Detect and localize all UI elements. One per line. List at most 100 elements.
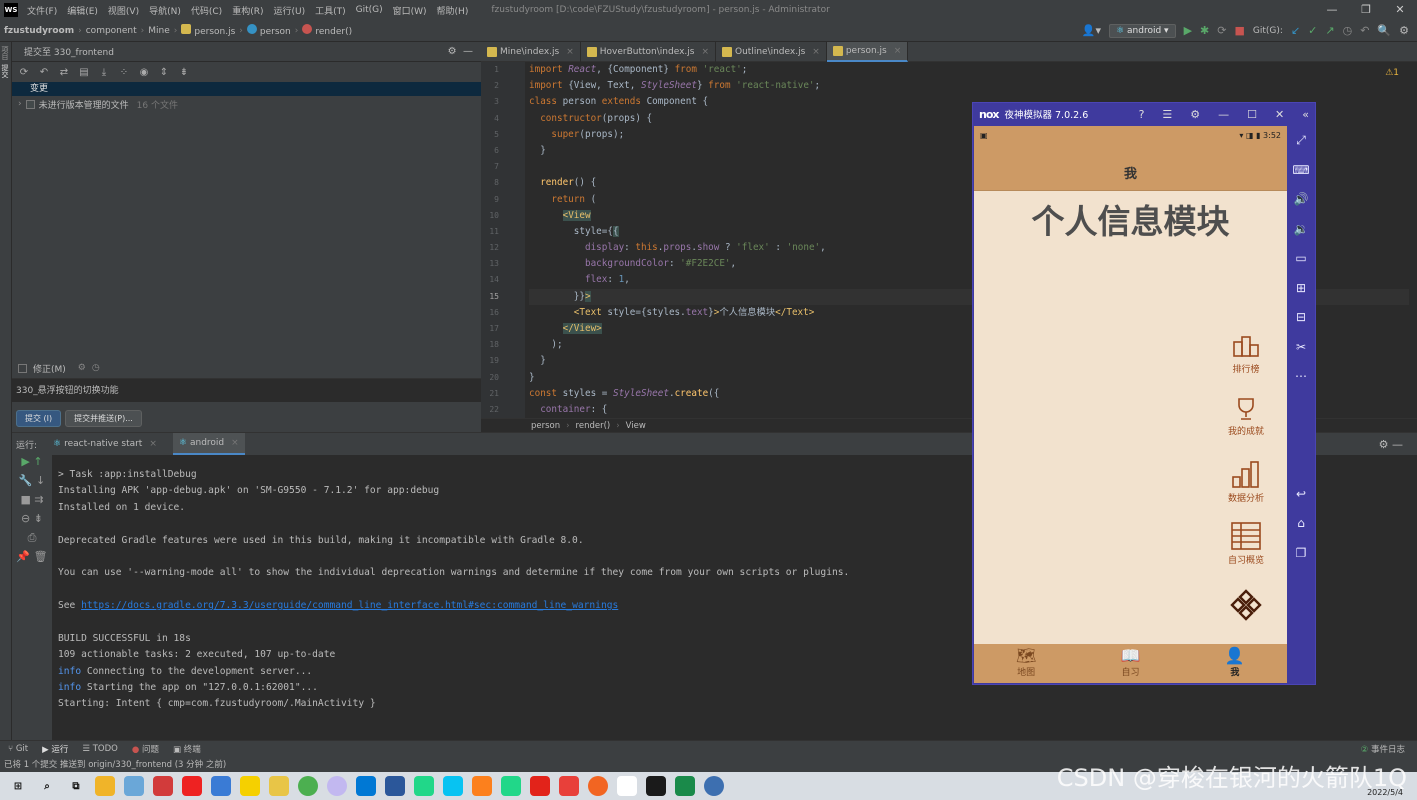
windows-start-icon[interactable]: ⊞ [8,776,28,796]
tab-study[interactable]: 📖 自习 [1078,644,1182,683]
close-icon[interactable]: × [894,46,902,56]
eye-icon[interactable]: ◉ [138,67,150,78]
minimize-icon[interactable]: — [1315,0,1349,20]
tab-map[interactable]: 🗺 地图 [974,644,1078,683]
app-icon[interactable] [153,776,173,796]
diff-icon[interactable]: ⇄ [58,67,70,78]
breadcrumb-file[interactable]: person.js [177,24,239,37]
menu-window[interactable]: 窗口(W) [388,4,432,17]
app-icon[interactable] [704,776,724,796]
tab-person[interactable]: person.js × [826,41,909,62]
postman-icon[interactable] [588,776,608,796]
commit-push-button[interactable]: 提交并推送(P)... [65,410,142,427]
minimize-icon[interactable]: — [1218,108,1229,121]
unversioned-files-node[interactable]: › 未进行版本管理的文件 16 个文件 [12,96,481,112]
back-icon[interactable]: ↩ [1287,480,1315,510]
volume-up-icon[interactable]: 🔊 [1287,185,1315,215]
sticky-notes-icon[interactable] [240,776,260,796]
tab-mine-index[interactable]: Mine\index.js × [481,41,581,62]
menu-file[interactable]: 文件(F) [22,4,62,17]
nox-taskbar-icon[interactable] [646,776,666,796]
stop-icon[interactable]: ■ [1234,24,1244,37]
app-icon[interactable] [530,776,550,796]
git-commit-icon[interactable]: ✓ [1308,24,1317,37]
group-icon[interactable]: ⁘ [118,67,130,78]
maximize-icon[interactable]: ☐ [1247,108,1257,121]
expand-icon[interactable]: ⇕ [158,67,170,78]
hover-button-analytics[interactable]: 数据分析 [1216,459,1276,504]
hover-button-ranking[interactable]: 排行榜 [1216,334,1276,375]
status-message[interactable]: 已将 1 个提交 推送到 origin/330_frontend (3 分钟 之… [4,758,226,770]
app-icon[interactable] [124,776,144,796]
menu-icon[interactable]: ☰ [1162,108,1172,121]
gear-icon[interactable]: ⚙ [78,363,86,373]
breadcrumb-project[interactable]: fzustudyroom [0,26,78,36]
menu-view[interactable]: 视图(V) [103,4,144,17]
hover-button-achievement[interactable]: 我的成就 [1216,396,1276,437]
git-push-icon[interactable]: ↗ [1325,24,1334,37]
gradle-docs-link[interactable]: https://docs.gradle.org/7.3.3/userguide/… [81,600,618,611]
rollback-icon[interactable]: ↶ [38,67,50,78]
debug-icon[interactable]: ✱ [1200,24,1209,37]
rollback-icon[interactable]: ↶ [1360,24,1369,37]
pycharm-icon[interactable] [501,776,521,796]
stop-icon[interactable]: ■ ⇉ [12,493,52,512]
code-crumb-tag[interactable]: View [626,421,646,431]
hover-toggle-button[interactable] [1216,588,1276,624]
tool-tab-terminal[interactable]: ▣ 终端 [173,743,201,755]
scroll-end-icon[interactable]: ⊖ ⇟ [12,512,52,531]
more-icon[interactable]: ⋯ [1287,362,1315,392]
menu-git[interactable]: Git(G) [351,5,388,15]
event-log-button[interactable]: ② 事件日志 [1361,743,1405,755]
tab-android[interactable]: ⚛ android × [172,433,245,455]
amend-checkbox[interactable] [18,363,27,373]
search-icon[interactable]: ⌕ [37,776,57,796]
close-icon[interactable]: ✕ [1275,108,1284,121]
robot-icon[interactable]: ⊟ [1287,303,1315,333]
rerun-icon[interactable]: ▶ ↑ [12,455,52,474]
menu-refactor[interactable]: 重构(R) [227,4,268,17]
excel-icon[interactable] [675,776,695,796]
tool-tab-todo[interactable]: ☰ TODO [82,744,117,754]
app-icon[interactable] [327,776,347,796]
wps-icon[interactable] [559,776,579,796]
add-apk-icon[interactable]: ⊞ [1287,274,1315,304]
chrome-icon[interactable] [298,776,318,796]
file-explorer-icon[interactable] [95,776,115,796]
tab-me[interactable]: 👤 我 [1183,644,1287,683]
app-icon[interactable] [472,776,492,796]
tool-tab-git[interactable]: ⑂ Git [8,744,28,754]
chevron-right-icon[interactable]: › [18,99,22,109]
keyboard-icon[interactable]: ⌨ [1287,156,1315,186]
code-crumb-method[interactable]: render() [576,421,611,431]
tab-outline-index[interactable]: Outline\index.js × [716,41,827,62]
breadcrumb-mine[interactable]: Mine [144,26,174,36]
history-icon[interactable]: ◷ [1343,24,1353,37]
user-icon[interactable]: 👤▾ [1082,24,1101,37]
run-config-select[interactable]: ⚛ android ▾ [1109,23,1176,38]
close-icon[interactable]: × [812,47,820,57]
breadcrumb-component[interactable]: component [82,26,141,36]
gear-icon[interactable]: ⚙ — [1379,438,1403,451]
app-icon[interactable] [617,776,637,796]
pin-icon[interactable]: 📌 🗑 [12,550,52,569]
collapse-sidebar-icon[interactable]: « [1302,108,1309,121]
coverage-icon[interactable]: ⟳ [1217,24,1226,37]
commit-button[interactable]: 提交 (I) [16,410,62,427]
volume-down-icon[interactable]: 🔉 [1287,215,1315,245]
app-icon[interactable] [414,776,434,796]
shelve-icon[interactable]: ▤ [78,67,90,78]
refresh-icon[interactable]: ⟳ [18,67,30,78]
tool-tab-problems[interactable]: ● 问题 [132,743,159,755]
tray-date[interactable]: 2022/5/4 [1367,787,1403,798]
breadcrumb-class[interactable]: person [243,24,295,37]
git-update-icon[interactable]: ↙ [1291,24,1300,37]
scissors-icon[interactable]: ✂ [1287,333,1315,363]
webstorm-icon[interactable] [443,776,463,796]
tab-hoverbutton-index[interactable]: HoverButton\index.js × [581,41,717,62]
close-icon[interactable]: × [566,47,574,57]
gear-icon[interactable]: ⚙ — [448,46,473,57]
task-view-icon[interactable]: ⧉ [66,776,86,796]
netease-music-icon[interactable] [182,776,202,796]
hover-button-overview[interactable]: 自习概览 [1216,521,1276,566]
